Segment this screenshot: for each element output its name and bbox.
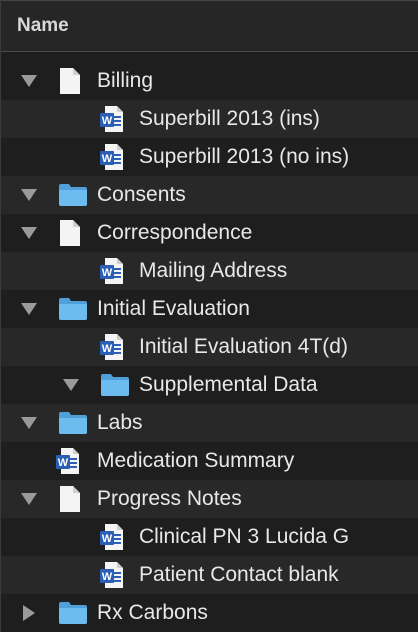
disclosure-expanded-icon[interactable] xyxy=(19,223,39,243)
disclosure-expanded-icon[interactable] xyxy=(19,185,39,205)
tree-row-label: Billing xyxy=(97,69,154,92)
tree-row[interactable]: Labs xyxy=(1,404,418,442)
tree-row-label: Rx Carbons xyxy=(97,601,208,624)
svg-text:W: W xyxy=(102,571,113,583)
file-tree: Billing W Superbill 2013 (ins) W Superbill 2… xyxy=(1,62,418,632)
svg-text:W: W xyxy=(58,457,69,469)
folder-icon xyxy=(57,295,89,323)
tree-row-label: Correspondence xyxy=(97,221,253,244)
tree-row-label: Mailing Address xyxy=(139,259,288,282)
tree-row[interactable]: W Initial Evaluation 4T(d) xyxy=(1,328,418,366)
document-icon xyxy=(57,485,83,513)
svg-text:W: W xyxy=(102,115,113,127)
tree-row[interactable]: Billing xyxy=(1,62,418,100)
tree-row-label: Superbill 2013 (no ins) xyxy=(139,145,350,168)
svg-text:W: W xyxy=(102,343,113,355)
file-browser-panel: Name Billing W Superbill 2013 (ins) W Superb… xyxy=(0,0,418,632)
folder-icon xyxy=(57,599,89,627)
tree-row[interactable]: Supplemental Data xyxy=(1,366,418,404)
tree-row-label: Labs xyxy=(97,411,143,434)
tree-row-label: Progress Notes xyxy=(97,487,242,510)
disclosure-expanded-icon[interactable] xyxy=(19,71,39,91)
tree-row-label: Clinical PN 3 Lucida G xyxy=(139,525,350,548)
folder-icon xyxy=(57,409,89,437)
column-header-label: Name xyxy=(17,15,69,36)
document-icon xyxy=(57,67,83,95)
tree-row-label: Superbill 2013 (ins) xyxy=(139,107,320,130)
word-document-icon: W xyxy=(55,447,81,475)
tree-row[interactable]: Consents xyxy=(1,176,418,214)
word-document-icon: W xyxy=(99,561,125,589)
document-icon xyxy=(57,219,83,247)
tree-row[interactable]: W Superbill 2013 (ins) xyxy=(1,100,418,138)
column-header-name[interactable]: Name xyxy=(1,0,418,52)
disclosure-expanded-icon[interactable] xyxy=(19,489,39,509)
disclosure-expanded-icon[interactable] xyxy=(61,375,81,395)
word-document-icon: W xyxy=(99,333,125,361)
svg-text:W: W xyxy=(102,153,113,165)
tree-row[interactable]: Initial Evaluation xyxy=(1,290,418,328)
word-document-icon: W xyxy=(99,523,125,551)
tree-row-label: Initial Evaluation 4T(d) xyxy=(139,335,348,358)
word-document-icon: W xyxy=(99,105,125,133)
tree-row-label: Initial Evaluation xyxy=(97,297,250,320)
svg-text:W: W xyxy=(102,533,113,545)
tree-row-label: Patient Contact blank xyxy=(139,563,339,586)
tree-row[interactable]: W Superbill 2013 (no ins) xyxy=(1,138,418,176)
tree-row[interactable]: Correspondence xyxy=(1,214,418,252)
tree-row[interactable]: W Clinical PN 3 Lucida G xyxy=(1,518,418,556)
tree-row[interactable]: Progress Notes xyxy=(1,480,418,518)
tree-row-label: Medication Summary xyxy=(97,449,295,472)
disclosure-expanded-icon[interactable] xyxy=(19,413,39,433)
tree-row[interactable]: Rx Carbons xyxy=(1,594,418,632)
svg-text:W: W xyxy=(102,267,113,279)
word-document-icon: W xyxy=(99,257,125,285)
folder-icon xyxy=(57,181,89,209)
tree-row[interactable]: W Patient Contact blank xyxy=(1,556,418,594)
tree-row[interactable]: W Medication Summary xyxy=(1,442,418,480)
disclosure-expanded-icon[interactable] xyxy=(19,299,39,319)
word-document-icon: W xyxy=(99,143,125,171)
tree-row[interactable]: W Mailing Address xyxy=(1,252,418,290)
folder-icon xyxy=(99,371,131,399)
disclosure-collapsed-icon[interactable] xyxy=(19,603,39,623)
tree-row-label: Consents xyxy=(97,183,186,206)
tree-row-label: Supplemental Data xyxy=(139,373,318,396)
